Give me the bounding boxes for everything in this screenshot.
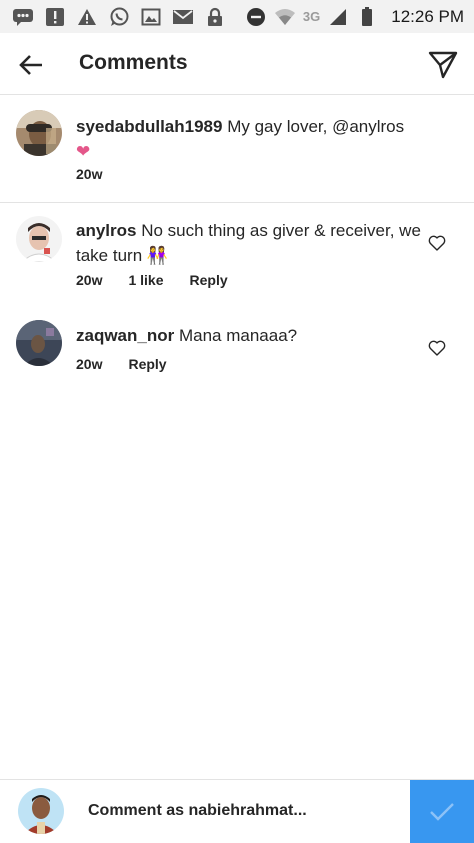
- comment-composer: [0, 779, 474, 843]
- signal-icon: [327, 6, 349, 28]
- comment-meta: 20w Reply: [76, 356, 167, 372]
- wifi-icon: [274, 6, 296, 28]
- caption-time: 20w: [76, 166, 103, 182]
- post-button[interactable]: [410, 780, 474, 843]
- back-button[interactable]: [16, 50, 46, 80]
- couple-emoji: 👭: [146, 246, 169, 265]
- status-bar: 3G 12:26 PM: [0, 0, 474, 33]
- comment-time: 20w: [76, 272, 103, 288]
- comment-input[interactable]: [88, 798, 388, 824]
- avatar[interactable]: [16, 110, 62, 156]
- comment-meta: 20w 1 like Reply: [76, 272, 228, 288]
- avatar[interactable]: [16, 216, 62, 262]
- warning-icon: [76, 6, 98, 28]
- avatar: [18, 788, 64, 834]
- comment-body: Mana manaaa?: [178, 326, 298, 345]
- caption-meta: 20w: [76, 166, 102, 182]
- heart-emoji: ❤: [76, 142, 91, 161]
- share-button[interactable]: [426, 48, 460, 82]
- comment-username[interactable]: zaqwan_nor: [76, 326, 174, 345]
- heart-outline-icon: [428, 235, 446, 251]
- arrow-left-icon: [19, 55, 42, 75]
- whatsapp-icon: [108, 6, 130, 28]
- comment-time: 20w: [76, 356, 103, 372]
- battery-icon: [356, 6, 378, 28]
- lock-icon: [204, 6, 226, 28]
- checkmark-icon: [430, 802, 454, 821]
- caption-body: My gay lover, @anylros: [227, 117, 405, 136]
- send-icon: [428, 51, 458, 79]
- comment-text: zaqwan_nor Mana manaaa?: [76, 323, 421, 348]
- chat-icon: [12, 6, 34, 28]
- caption-username[interactable]: syedabdullah1989: [76, 117, 222, 136]
- post-caption: syedabdullah1989 My gay lover, @anylros …: [0, 96, 474, 203]
- avatar[interactable]: [16, 320, 62, 366]
- like-button[interactable]: [428, 234, 446, 252]
- app-header: Comments: [0, 33, 474, 95]
- page-title: Comments: [79, 51, 188, 74]
- do-not-disturb-icon: [245, 6, 267, 28]
- reply-button[interactable]: Reply: [128, 356, 166, 372]
- image-icon: [140, 6, 162, 28]
- comment-username[interactable]: anylros: [76, 221, 136, 240]
- like-button[interactable]: [428, 339, 446, 357]
- network-type: 3G: [302, 9, 321, 24]
- mail-icon: [172, 6, 194, 28]
- alert-icon: [44, 6, 66, 28]
- heart-outline-icon: [428, 340, 446, 356]
- status-time: 12:26 PM: [391, 6, 464, 26]
- comment-text: anylros No such thing as giver & receive…: [76, 218, 421, 268]
- caption-text: syedabdullah1989 My gay lover, @anylros …: [76, 114, 456, 164]
- reply-button[interactable]: Reply: [190, 272, 228, 288]
- comment-likes[interactable]: 1 like: [128, 272, 163, 288]
